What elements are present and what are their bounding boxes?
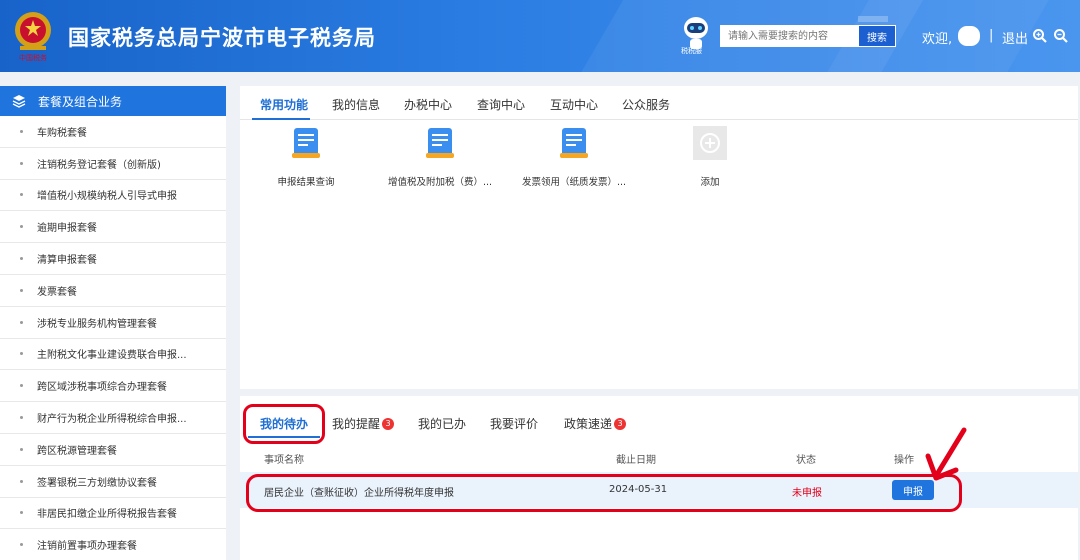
column-header-action: 操作	[894, 455, 914, 466]
sidebar-item[interactable]: 发票套餐	[0, 275, 226, 307]
tab-label: 我要评价	[490, 417, 539, 431]
count-badge: 3	[382, 417, 395, 430]
user-name-masked	[958, 26, 980, 46]
bullet-icon	[20, 479, 23, 483]
bullet-icon	[20, 225, 23, 229]
tax-emblem-icon: 中国税务	[15, 12, 51, 62]
function-vat-declare[interactable]: 增值税及附加税（费）...	[370, 126, 510, 188]
zoom-in-icon[interactable]	[1032, 28, 1048, 44]
robot-label: 税税服	[681, 47, 702, 55]
tab-interaction-center[interactable]: 互动中心	[550, 96, 598, 113]
tab-tax-center[interactable]: 办税中心	[404, 96, 452, 113]
bullet-icon	[20, 352, 23, 356]
sidebar-item-label: 增值税小规模纳税人引导式申报	[37, 191, 177, 203]
document-icon	[292, 128, 320, 158]
zoom-out-icon[interactable]	[1053, 28, 1069, 44]
tab-label: 我的已办	[418, 417, 467, 431]
site-title: 国家税务总局宁波市电子税务局	[68, 26, 376, 50]
header-tab-marker	[858, 16, 888, 22]
sidebar-item-label: 注销前置事项办理套餐	[37, 541, 137, 553]
bullet-icon	[20, 511, 23, 515]
document-icon	[426, 128, 454, 158]
sidebar-item[interactable]: 注销税务登记套餐（创新版)	[0, 148, 226, 180]
welcome-text: 欢迎,	[922, 32, 953, 47]
sidebar-item[interactable]: 签署银税三方划缴协议套餐	[0, 466, 226, 498]
bullet-icon	[20, 543, 23, 547]
bullet-icon	[20, 416, 23, 420]
search-button[interactable]: 搜索	[858, 25, 896, 47]
sidebar-item[interactable]: 跨区域涉税事项综合办理套餐	[0, 370, 226, 403]
tab-my-done[interactable]: 我的已办	[418, 415, 466, 432]
header-bar: 中国税务 国家税务总局宁波市电子税务局 税税服 搜索 欢迎, | 退出	[0, 0, 1080, 72]
tab-label: 政策速递	[564, 417, 613, 431]
count-badge: 3	[614, 417, 627, 430]
sidebar-item-label: 非居民扣缴企业所得税报告套餐	[37, 509, 177, 521]
bullet-icon	[20, 288, 23, 292]
sidebar-item-label: 清算申报套餐	[37, 255, 97, 267]
annotation-arrow-icon	[925, 427, 967, 481]
sidebar-item[interactable]: 涉税专业服务机构管理套餐	[0, 307, 226, 339]
tab-policy-news[interactable]: 政策速递 3	[564, 415, 627, 432]
tab-query-center[interactable]: 查询中心	[477, 96, 525, 113]
column-header-status: 状态	[796, 455, 816, 466]
bullet-icon	[20, 447, 23, 451]
tab-common-functions[interactable]: 常用功能	[260, 96, 308, 113]
bullet-icon	[20, 320, 23, 324]
sidebar-item[interactable]: 增值税小规模纳税人引导式申报	[0, 180, 226, 212]
sidebar-header[interactable]: 套餐及组合业务	[0, 86, 226, 116]
top-tab-bar: 常用功能 我的信息 办税中心 查询中心 互动中心 公众服务	[240, 86, 1078, 120]
sidebar-item-label: 主附税文化事业建设费联合申报...	[37, 350, 187, 362]
sidebar-item[interactable]: 主附税文化事业建设费联合申报...	[0, 339, 226, 371]
sidebar-item-label: 跨区税源管理套餐	[37, 445, 117, 457]
function-add[interactable]: 添加	[640, 126, 780, 188]
tab-evaluate[interactable]: 我要评价	[490, 415, 538, 432]
layers-icon	[12, 95, 26, 108]
common-functions-panel: 常用功能 我的信息 办税中心 查询中心 互动中心 公众服务 申报结果查询 增值税…	[240, 86, 1078, 389]
sidebar-item-label: 签署银税三方划缴协议套餐	[37, 477, 157, 489]
sidebar-item-label: 财产行为税企业所得税综合申报...	[37, 414, 187, 426]
svg-text:中国税务: 中国税务	[19, 53, 47, 62]
tab-public-service[interactable]: 公众服务	[622, 96, 670, 113]
function-label: 申报结果查询	[277, 177, 335, 188]
function-declare-query[interactable]: 申报结果查询	[236, 126, 376, 188]
function-invoice-claim[interactable]: 发票领用（纸质发票）...	[504, 126, 644, 188]
column-header-name: 事项名称	[264, 455, 304, 466]
tab-my-reminders[interactable]: 我的提醒 3	[332, 415, 395, 432]
function-label: 添加	[700, 177, 720, 188]
header-separator: |	[989, 28, 994, 43]
highlight-annotation	[246, 474, 962, 512]
sidebar-item[interactable]: 注销前置事项办理套餐	[0, 529, 226, 560]
highlight-annotation	[243, 404, 325, 444]
sidebar-item[interactable]: 车购税套餐	[0, 116, 226, 148]
function-label: 发票领用（纸质发票）...	[521, 177, 627, 188]
sidebar-item-label: 车购税套餐	[37, 127, 87, 139]
logout-link[interactable]: 退出	[1002, 28, 1028, 47]
sidebar-item-label: 跨区域涉税事项综合办理套餐	[37, 382, 167, 394]
sidebar-item[interactable]: 财产行为税企业所得税综合申报...	[0, 402, 226, 434]
add-icon	[693, 126, 727, 160]
sidebar-item-label: 逾期申报套餐	[37, 223, 97, 235]
column-header-deadline: 截止日期	[616, 455, 656, 466]
tab-my-info[interactable]: 我的信息	[332, 96, 380, 113]
sidebar-item[interactable]: 逾期申报套餐	[0, 211, 226, 244]
bullet-icon	[20, 384, 23, 388]
sidebar-item-label: 发票套餐	[37, 286, 77, 298]
tab-label: 我的提醒	[332, 417, 381, 431]
sidebar-item[interactable]: 清算申报套餐	[0, 243, 226, 275]
function-label: 增值税及附加税（费）...	[387, 177, 493, 188]
document-icon	[560, 128, 588, 158]
active-tab-indicator	[252, 118, 310, 120]
search-input[interactable]	[720, 25, 858, 47]
bullet-icon	[20, 129, 23, 133]
sidebar: 套餐及组合业务 车购税套餐 注销税务登记套餐（创新版) 增值税小规模纳税人引导式…	[0, 86, 226, 560]
bullet-icon	[20, 161, 23, 165]
sidebar-item[interactable]: 非居民扣缴企业所得税报告套餐	[0, 498, 226, 530]
sidebar-item-label: 注销税务登记套餐（创新版)	[37, 159, 161, 171]
sidebar-item[interactable]: 跨区税源管理套餐	[0, 434, 226, 466]
sidebar-item-label: 涉税专业服务机构管理套餐	[37, 318, 157, 330]
sidebar-title: 套餐及组合业务	[38, 94, 123, 109]
bullet-icon	[20, 193, 23, 197]
bullet-icon	[20, 257, 23, 261]
